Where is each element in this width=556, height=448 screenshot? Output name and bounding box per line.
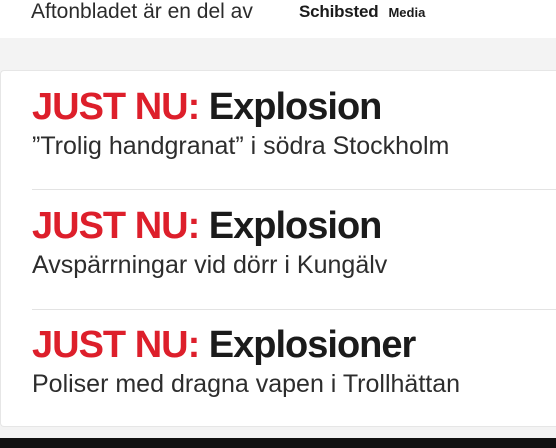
bottom-bar bbox=[0, 438, 556, 448]
news-title: Explosion bbox=[208, 86, 383, 128]
news-item[interactable]: JUST NU: Explosion ”Trolig handgranat” i… bbox=[32, 87, 556, 161]
news-subtitle: Avspärrningar vid dörr i Kungälv bbox=[32, 251, 388, 279]
news-item[interactable]: JUST NU: Explosion Avspärrningar vid dör… bbox=[32, 206, 556, 280]
news-subtitle: Poliser med dragna vapen i Trollhättan bbox=[32, 370, 461, 398]
news-title: Explosion bbox=[208, 205, 383, 247]
news-kicker: JUST NU: bbox=[32, 86, 200, 128]
divider bbox=[32, 309, 556, 310]
top-bar: Aftonbladet är en del av Schibsted Media bbox=[0, 0, 556, 38]
news-subtitle: ”Trolig handgranat” i södra Stockholm bbox=[32, 132, 450, 160]
divider bbox=[32, 189, 556, 190]
news-headline: JUST NU: Explosioner bbox=[32, 325, 556, 365]
schibsted-logo[interactable]: Schibsted Media bbox=[299, 0, 425, 24]
news-headline: JUST NU: Explosion bbox=[32, 206, 556, 246]
news-list-card: JUST NU: Explosion ”Trolig handgranat” i… bbox=[0, 70, 556, 427]
news-kicker: JUST NU: bbox=[32, 324, 200, 366]
news-title: Explosioner bbox=[208, 324, 416, 366]
schibsted-logo-media: Media bbox=[388, 4, 426, 20]
news-kicker: JUST NU: bbox=[32, 205, 200, 247]
schibsted-logo-wordmark: Schibsted bbox=[299, 2, 379, 21]
news-item[interactable]: JUST NU: Explosioner Poliser med dragna … bbox=[32, 325, 556, 399]
owner-notice-text: Aftonbladet är en del av bbox=[31, 0, 253, 23]
news-headline: JUST NU: Explosion bbox=[32, 87, 556, 127]
